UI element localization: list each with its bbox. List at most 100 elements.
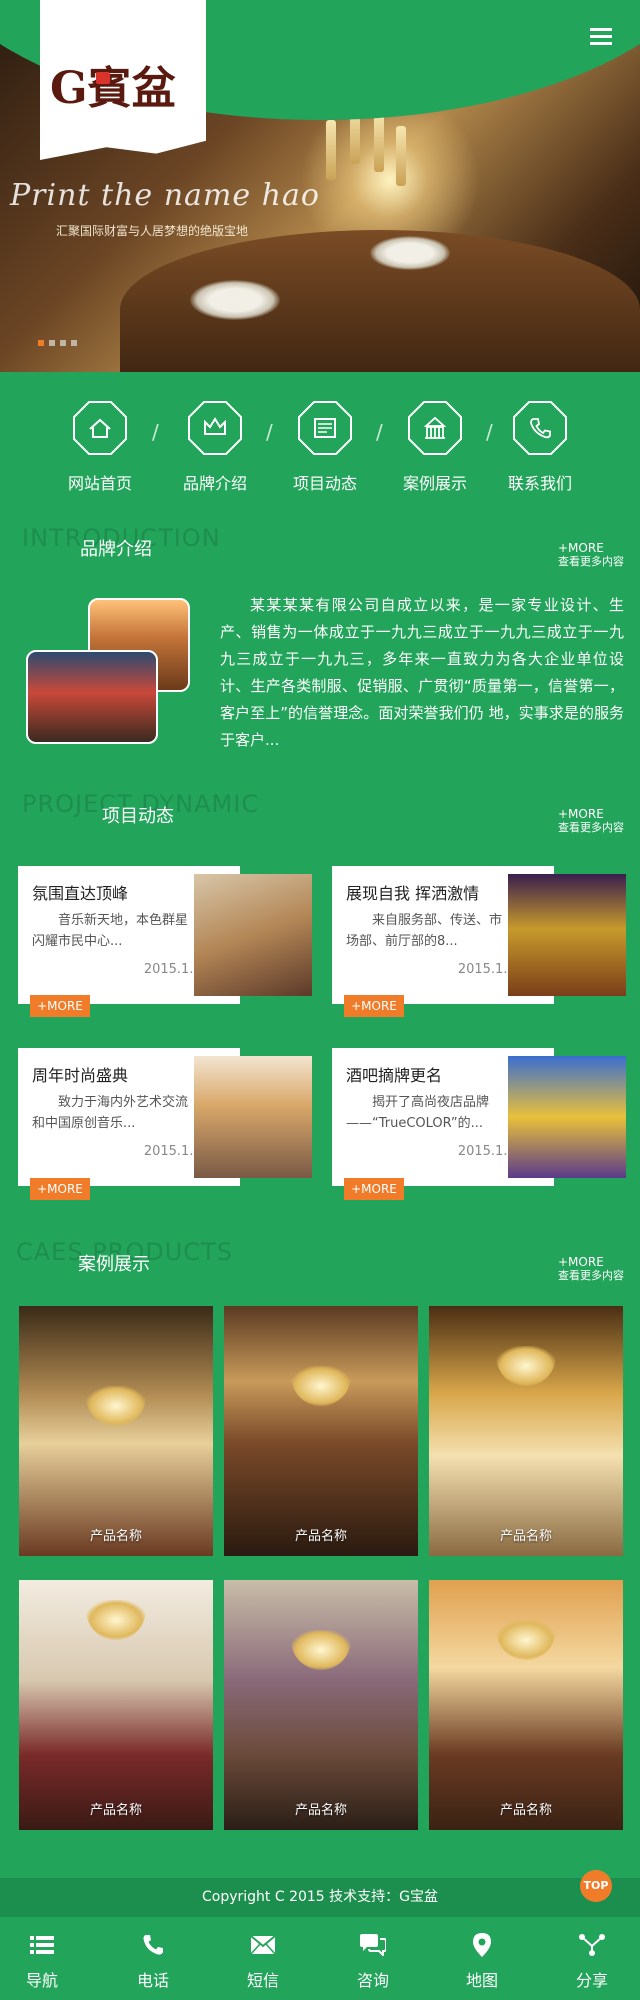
news-icon	[297, 400, 353, 456]
phone-icon	[113, 1931, 193, 1959]
project-desc: 致力于海内外艺术交流和中国原创音乐...	[32, 1095, 189, 1131]
project-title: 氛围直达顶峰	[32, 884, 129, 903]
case-card[interactable]: 产品名称	[224, 1580, 418, 1830]
project-more-button[interactable]: +MORE	[30, 1178, 90, 1200]
case-card[interactable]: 产品名称	[429, 1580, 623, 1830]
bottom-nav: 导航 电话 短信 咨询 地图 分享	[0, 1916, 640, 2000]
section-title: 品牌介绍	[80, 539, 152, 560]
project-image[interactable]	[194, 1056, 312, 1178]
bottom-nav-map[interactable]: 地图	[442, 1931, 522, 1991]
case-name: 产品名称	[89, 1529, 142, 1544]
logo[interactable]: G賓盆	[40, 0, 206, 160]
nav-label: 网站首页	[67, 474, 132, 493]
case-name: 产品名称	[294, 1803, 347, 1818]
case-card[interactable]: 产品名称	[19, 1306, 213, 1556]
project-more-button[interactable]: +MORE	[344, 995, 404, 1017]
logo-seal	[96, 72, 110, 84]
copyright: Copyright C 2015 技术支持：G宝盆	[0, 1878, 640, 1916]
project-more-button[interactable]: +MORE	[344, 1178, 404, 1200]
project-desc: 揭开了高尚夜店品牌——“TrueCOLOR”的...	[346, 1095, 490, 1131]
section-title: 案例展示	[78, 1254, 150, 1275]
nav-label: 联系我们	[507, 474, 572, 493]
case-name: 产品名称	[499, 1803, 552, 1818]
bottom-nav-share[interactable]: 分享	[552, 1931, 632, 1991]
nav-label: 项目动态	[292, 474, 357, 493]
chandelier-image	[496, 1620, 556, 1660]
building-icon	[407, 400, 463, 456]
project-more-button[interactable]: +MORE	[30, 995, 90, 1017]
bottom-nav-label: 地图	[465, 1971, 498, 1990]
projects-more-link[interactable]: +MORE 查看更多内容	[558, 807, 624, 835]
intro-more-link[interactable]: +MORE 查看更多内容	[558, 541, 624, 569]
bottom-nav-label: 短信	[246, 1971, 279, 1990]
bottom-nav-sms[interactable]: 短信	[223, 1931, 303, 1991]
menu-icon[interactable]	[590, 28, 612, 46]
project-desc: 音乐新天地，本色群星闪耀市民中心...	[32, 913, 189, 949]
more-label: +MORE	[558, 807, 604, 821]
bottom-nav-label: 咨询	[356, 1971, 389, 1990]
nav-item-brand[interactable]: 品牌介绍	[165, 400, 265, 494]
bottom-nav-label: 分享	[575, 1971, 608, 1990]
map-pin-icon	[442, 1931, 522, 1959]
crown-icon	[187, 400, 243, 456]
bottom-nav-label: 导航	[25, 1971, 58, 1990]
plate-image	[370, 236, 450, 270]
bottom-nav-consult[interactable]: 咨询	[333, 1931, 413, 1991]
nav-item-cases[interactable]: 案例展示	[385, 400, 485, 494]
chandelier-image	[86, 1386, 146, 1426]
share-icon	[552, 1931, 632, 1959]
chandelier-image	[291, 1366, 351, 1406]
case-name: 产品名称	[499, 1529, 552, 1544]
project-image[interactable]	[508, 874, 626, 996]
hero-tagline: 汇聚国际财富与人居梦想的绝版宝地	[56, 224, 249, 238]
more-sublabel: 查看更多内容	[558, 1269, 624, 1282]
project-title: 酒吧摘牌更名	[346, 1066, 443, 1085]
project-title: 周年时尚盛典	[32, 1066, 129, 1085]
bottom-nav-menu[interactable]: 导航	[2, 1931, 82, 1991]
plate-image	[190, 280, 280, 320]
chandelier-image	[86, 1600, 146, 1640]
slider-dot[interactable]	[49, 340, 55, 346]
intro-text: 某某某某有限公司自成立以来，是一家专业设计、生产、销售为一体成立于一九九三成立于…	[220, 596, 624, 749]
case-name: 产品名称	[294, 1529, 347, 1544]
case-card[interactable]: 产品名称	[429, 1306, 623, 1556]
nav-label: 品牌介绍	[182, 474, 247, 493]
list-icon	[2, 1931, 82, 1959]
more-sublabel: 查看更多内容	[558, 821, 624, 834]
home-icon	[72, 400, 128, 456]
slider-dots[interactable]	[38, 340, 77, 346]
more-label: +MORE	[558, 541, 604, 555]
section-title: 项目动态	[102, 806, 174, 827]
more-label: +MORE	[558, 1255, 604, 1269]
nav-item-home[interactable]: 网站首页	[50, 400, 150, 494]
back-to-top-button[interactable]: TOP	[580, 1870, 612, 1902]
nav-separator: /	[152, 420, 159, 444]
intro-image-street	[26, 650, 158, 744]
project-desc: 来自服务部、传送、市场部、前厅部的8...	[346, 913, 503, 949]
slider-dot[interactable]	[71, 340, 77, 346]
mail-icon	[223, 1931, 303, 1959]
cases-more-link[interactable]: +MORE 查看更多内容	[558, 1255, 624, 1283]
hero-script-text: Print the name hao	[10, 178, 320, 213]
case-card[interactable]: 产品名称	[224, 1306, 418, 1556]
nav-separator: /	[376, 420, 383, 444]
nav-separator: /	[266, 420, 273, 444]
slider-dot[interactable]	[60, 340, 66, 346]
bottom-nav-phone[interactable]: 电话	[113, 1931, 193, 1991]
more-sublabel: 查看更多内容	[558, 555, 624, 568]
phone-icon	[512, 400, 568, 456]
project-image[interactable]	[194, 874, 312, 996]
nav-label: 案例展示	[402, 474, 467, 493]
candle-image	[374, 112, 384, 172]
nav-item-contact[interactable]: 联系我们	[490, 400, 590, 494]
nav-item-news[interactable]: 项目动态	[275, 400, 375, 494]
candle-image	[396, 126, 406, 186]
chandelier-image	[291, 1630, 351, 1670]
chandelier-image	[496, 1346, 556, 1386]
case-card[interactable]: 产品名称	[19, 1580, 213, 1830]
project-image[interactable]	[508, 1056, 626, 1178]
case-name: 产品名称	[89, 1803, 142, 1818]
logo-text: G賓盆	[50, 63, 176, 114]
project-title: 展现自我 挥洒激情	[346, 884, 480, 903]
slider-dot[interactable]	[38, 340, 44, 346]
